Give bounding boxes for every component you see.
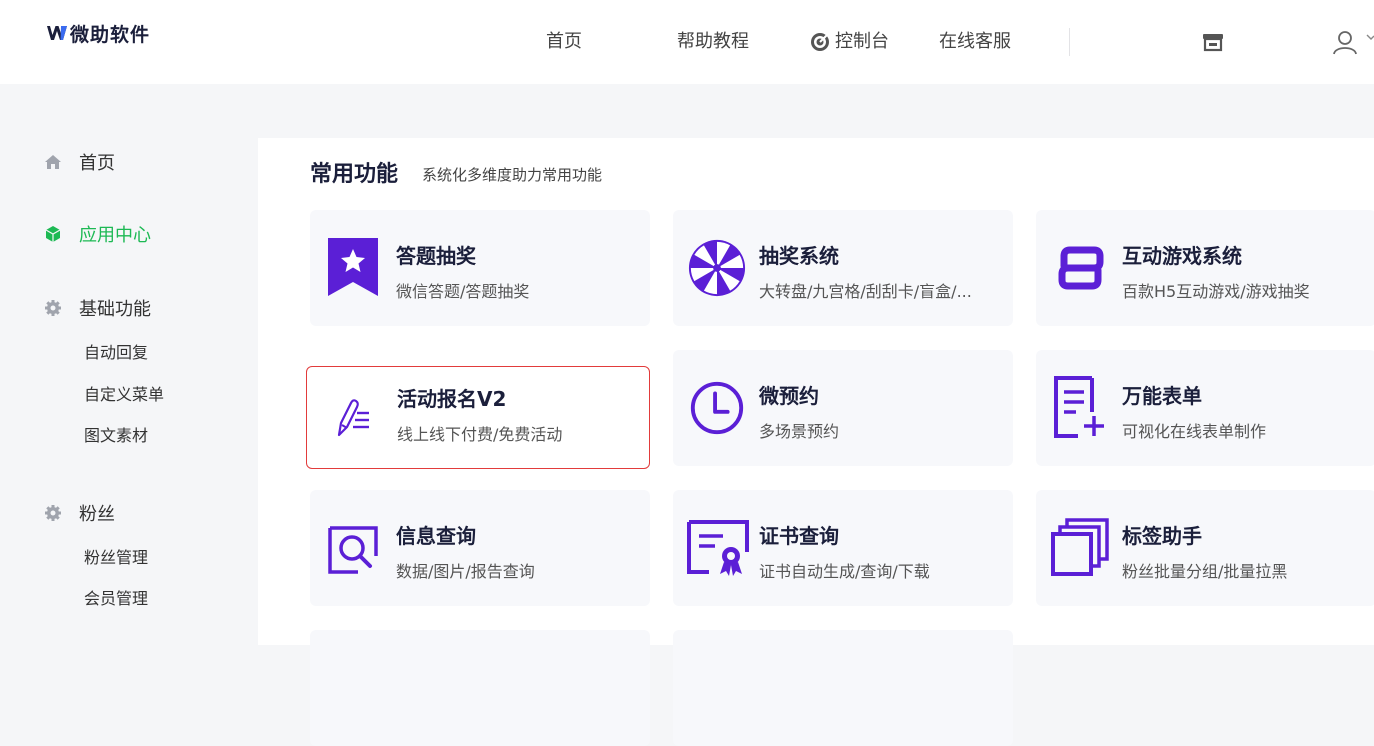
- nav-console[interactable]: 控制台: [810, 30, 889, 54]
- main-content: 常用功能 系统化多维度助力常用功能 答题抽奖 微信答题/答题抽奖 抽奖系统 大转…: [258, 138, 1374, 746]
- nav-console-label: 控制台: [835, 31, 889, 52]
- user-icon[interactable]: [1332, 28, 1358, 56]
- form-add-icon: [1054, 376, 1104, 438]
- card-lottery-system[interactable]: 抽奖系统 大转盘/九宫格/刮刮卡/盲盒/...: [673, 210, 1013, 326]
- card-desc: 微信答题/答题抽奖: [396, 282, 530, 301]
- top-header: 微助软件 首页 帮助教程 控制台 在线客服: [0, 0, 1374, 84]
- sidebar-sub-media[interactable]: 图文素材: [84, 425, 148, 447]
- sidebar-sub-custom-menu[interactable]: 自定义菜单: [84, 384, 164, 406]
- shop-icon[interactable]: [1200, 28, 1226, 56]
- link-icon: [1058, 246, 1104, 290]
- home-icon: [45, 155, 61, 169]
- cube-icon: [45, 226, 61, 242]
- card-title: 活动报名V2: [397, 387, 507, 411]
- wheel-icon: [688, 239, 746, 297]
- sidebar-item-home-label: 首页: [79, 153, 115, 174]
- card-title: 万能表单: [1122, 384, 1202, 408]
- sidebar-item-fans-label: 粉丝: [79, 504, 115, 525]
- sidebar-item-basic[interactable]: 基础功能: [44, 296, 151, 320]
- clock-icon: [690, 381, 744, 435]
- card-title: 答题抽奖: [396, 244, 476, 268]
- bookmark-star-icon: [328, 238, 378, 296]
- card-quiz-lottery[interactable]: 答题抽奖 微信答题/答题抽奖: [310, 210, 650, 326]
- card-desc: 粉丝批量分组/批量拉黑: [1122, 562, 1288, 581]
- nav-service[interactable]: 在线客服: [939, 30, 1011, 54]
- nav-help[interactable]: 帮助教程: [677, 30, 749, 54]
- card-title: 微预约: [759, 384, 819, 408]
- sidebar: 首页 应用中心 基础功能 自动回复 自定义菜单 图文素材 粉丝 粉丝管理 会员管…: [0, 138, 258, 645]
- section-subtitle: 系统化多维度助力常用功能: [422, 166, 603, 184]
- nav-divider: [1069, 28, 1070, 56]
- header-band: [0, 84, 1374, 138]
- search-doc-icon: [328, 526, 378, 574]
- logo[interactable]: 微助软件: [46, 20, 150, 46]
- sidebar-sub-auto-reply[interactable]: 自动回复: [84, 342, 148, 364]
- card-partial[interactable]: [673, 630, 1013, 746]
- chevron-down-icon[interactable]: [1366, 32, 1374, 42]
- card-title: 标签助手: [1122, 524, 1202, 548]
- target-icon: [811, 33, 829, 51]
- certificate-icon: [687, 520, 749, 576]
- brand-name: 微助软件: [70, 23, 151, 46]
- card-title: 证书查询: [759, 524, 839, 548]
- sidebar-sub-fans-manage[interactable]: 粉丝管理: [84, 547, 148, 569]
- card-desc: 多场景预约: [759, 422, 840, 441]
- card-certificate-query[interactable]: 证书查询 证书自动生成/查询/下载: [673, 490, 1013, 606]
- card-desc: 可视化在线表单制作: [1122, 422, 1267, 441]
- card-appointment[interactable]: 微预约 多场景预约: [673, 350, 1013, 466]
- section-title: 常用功能: [310, 162, 399, 187]
- sidebar-item-fans[interactable]: 粉丝: [44, 501, 115, 525]
- pen-list-icon: [337, 399, 369, 437]
- card-universal-form[interactable]: 万能表单 可视化在线表单制作: [1036, 350, 1374, 466]
- sidebar-sub-member-manage[interactable]: 会员管理: [84, 588, 148, 610]
- card-tag-helper[interactable]: 标签助手 粉丝批量分组/批量拉黑: [1036, 490, 1374, 606]
- card-desc: 线上线下付费/免费活动: [397, 425, 563, 444]
- card-title: 互动游戏系统: [1122, 244, 1242, 268]
- card-event-signup[interactable]: 活动报名V2 线上线下付费/免费活动: [306, 366, 650, 469]
- layers-icon: [1051, 518, 1109, 576]
- sidebar-item-home[interactable]: 首页: [44, 150, 115, 174]
- card-title: 信息查询: [396, 524, 476, 548]
- logo-w-icon: [47, 26, 67, 40]
- card-title: 抽奖系统: [759, 244, 839, 268]
- sidebar-item-app-center-label: 应用中心: [79, 225, 151, 246]
- card-desc: 数据/图片/报告查询: [396, 562, 535, 581]
- gear-icon: [45, 505, 61, 521]
- card-desc: 大转盘/九宫格/刮刮卡/盲盒/...: [759, 282, 972, 301]
- gear-icon: [45, 300, 61, 316]
- card-interactive-game[interactable]: 互动游戏系统 百款H5互动游戏/游戏抽奖: [1036, 210, 1374, 326]
- card-desc: 证书自动生成/查询/下载: [759, 562, 930, 581]
- card-partial[interactable]: [310, 630, 650, 746]
- card-info-query[interactable]: 信息查询 数据/图片/报告查询: [310, 490, 650, 606]
- card-desc: 百款H5互动游戏/游戏抽奖: [1122, 282, 1310, 301]
- sidebar-item-app-center[interactable]: 应用中心: [44, 222, 151, 246]
- nav-home[interactable]: 首页: [546, 30, 582, 54]
- sidebar-item-basic-label: 基础功能: [79, 299, 151, 320]
